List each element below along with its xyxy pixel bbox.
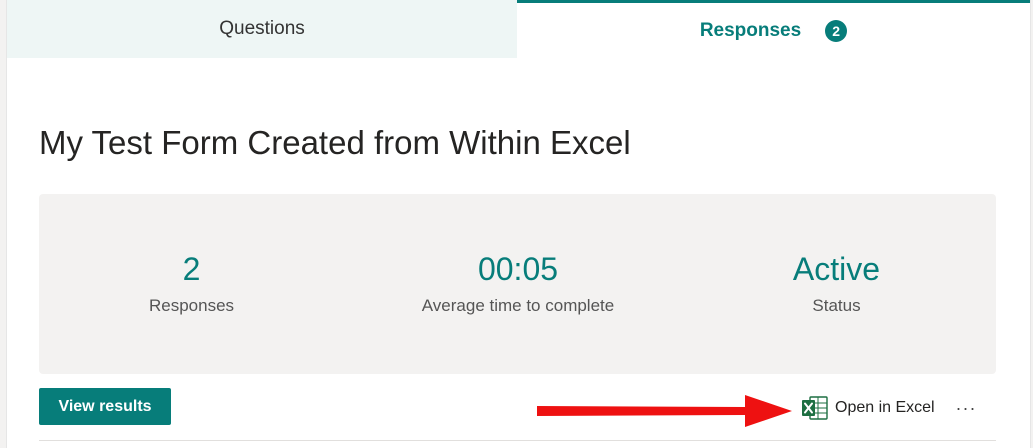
stat-responses-label: Responses — [148, 296, 235, 315]
tab-bar: Questions Responses 2 — [7, 0, 1030, 58]
open-in-excel-button[interactable]: Open in Excel — [802, 394, 935, 422]
response-summary-panel: 2 Responses 00:05 Average time to comple… — [39, 194, 996, 374]
excel-icon — [802, 396, 828, 420]
divider — [39, 440, 996, 441]
more-options-button[interactable]: ··· — [955, 394, 977, 422]
responses-count-badge: 2 — [825, 19, 848, 42]
red-arrow-annotation — [537, 395, 792, 427]
form-title: My Test Form Created from Within Excel — [39, 124, 631, 161]
stat-responses: 2 Responses — [119, 250, 264, 316]
stat-average-time: 00:05 Average time to complete — [389, 250, 647, 316]
tab-responses[interactable]: Responses 2 — [517, 0, 1030, 58]
form-card: Questions Responses 2 My Test Form Creat… — [6, 0, 1031, 448]
tab-questions-label: Questions — [219, 18, 305, 39]
tab-questions[interactable]: Questions — [7, 0, 517, 58]
tab-responses-label: Responses — [699, 19, 802, 41]
stat-average-time-value: 00:05 — [477, 251, 559, 287]
stat-status: Active Status — [759, 250, 914, 316]
stat-status-value: Active — [792, 251, 881, 287]
stat-average-time-label: Average time to complete — [421, 296, 615, 315]
view-results-button[interactable]: View results — [39, 388, 171, 425]
stat-responses-value: 2 — [182, 251, 201, 287]
open-in-excel-label: Open in Excel — [835, 399, 935, 416]
stat-status-label: Status — [812, 296, 861, 315]
